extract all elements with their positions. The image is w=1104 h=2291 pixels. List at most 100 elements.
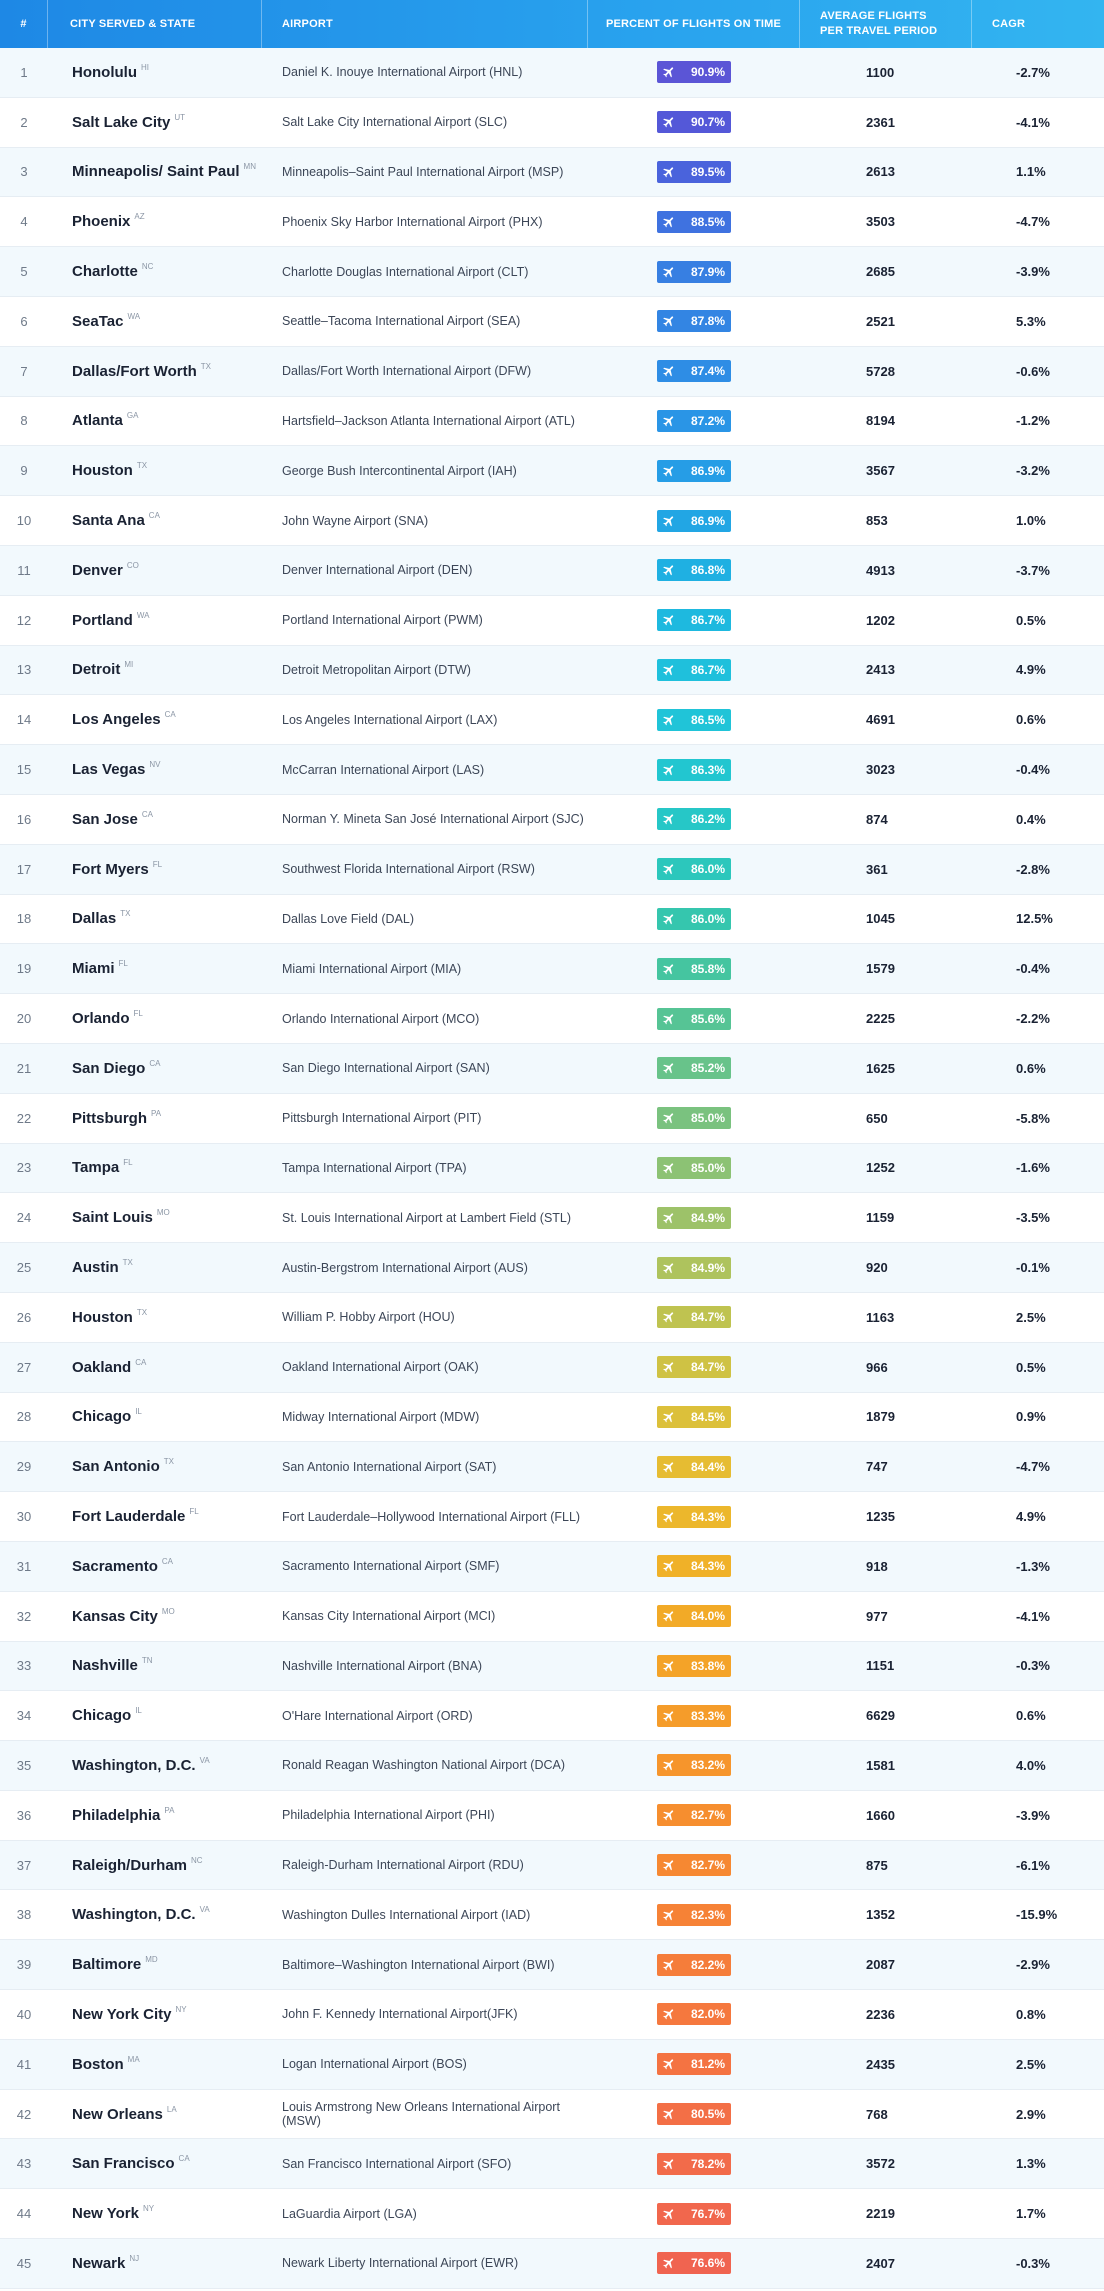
airplane-icon	[662, 812, 676, 826]
table-row: 14 Los Angeles CA Los Angeles International…	[0, 695, 1104, 746]
on-time-badge: 87.9%	[657, 260, 731, 283]
city-cell: Chicago IL	[48, 1706, 262, 1724]
airplane-icon	[662, 1410, 676, 1424]
state-code: FL	[152, 859, 163, 869]
city-cell: Phoenix AZ	[48, 212, 262, 230]
airport-name: Austin-Bergstrom International Airport (…	[282, 1260, 528, 1275]
airplane-icon	[662, 1111, 676, 1125]
airport-name: Nashville International Airport (BNA)	[282, 1658, 483, 1673]
state-code: MO	[161, 1606, 175, 1616]
percent-cell: 84.3%	[588, 1555, 800, 1578]
state-code: WA	[136, 610, 150, 620]
on-time-badge: 84.9%	[657, 1256, 731, 1279]
cagr-value: 12.5%	[1016, 911, 1053, 927]
on-time-percent: 87.4%	[690, 364, 725, 379]
state-code: TN	[141, 1656, 153, 1666]
average-flights: 2407	[866, 2255, 895, 2271]
table-row: 28 Chicago IL Midway International Airport …	[0, 1392, 1104, 1443]
row-number: 43	[16, 2156, 32, 2172]
city-name: Honolulu	[72, 63, 137, 81]
airplane-icon	[662, 2107, 676, 2121]
airport-name: Dallas Love Field (DAL)	[282, 911, 414, 926]
city-name: Miami	[72, 960, 115, 978]
table-row: 26 Houston TX William P. Hobby Airport (HOU…	[0, 1292, 1104, 1343]
percent-cell: 85.2%	[588, 1057, 800, 1080]
on-time-badge: 86.0%	[657, 858, 731, 881]
table-row: 4 Phoenix AZ Phoenix Sky Harbor Internation…	[0, 197, 1104, 248]
state-code: TX	[120, 909, 131, 919]
on-time-percent: 86.9%	[690, 463, 725, 478]
on-time-percent: 86.8%	[690, 563, 725, 578]
cagr-value: 0.8%	[1016, 2006, 1046, 2022]
average-flights: 875	[866, 1857, 888, 1873]
airplane-icon	[662, 514, 676, 528]
airplane-icon	[662, 65, 676, 79]
state-code: VA	[199, 1755, 210, 1765]
percent-cell: 84.4%	[588, 1455, 800, 1478]
on-time-percent: 88.5%	[690, 214, 725, 229]
percent-cell: 86.9%	[588, 509, 800, 532]
cagr-value: -0.1%	[1016, 1260, 1050, 1276]
cagr-value: 4.0%	[1016, 1757, 1046, 1773]
percent-cell: 85.6%	[588, 1007, 800, 1030]
row-number: 16	[16, 811, 32, 827]
airport-name: LaGuardia Airport (LGA)	[282, 2206, 417, 2221]
city-cell: San Antonio TX	[48, 1457, 262, 1475]
city-name: New York City	[72, 2005, 172, 2023]
airport-name: Tampa International Airport (TPA)	[282, 1160, 467, 1175]
state-code: NV	[149, 760, 161, 770]
city-cell: Denver CO	[48, 561, 262, 579]
average-flights: 3023	[866, 762, 895, 778]
airport-name: Miami International Airport (MIA)	[282, 961, 462, 976]
percent-cell: 84.3%	[588, 1505, 800, 1528]
on-time-badge: 84.4%	[657, 1455, 731, 1478]
on-time-badge: 83.3%	[657, 1704, 731, 1727]
state-code: TX	[200, 361, 211, 371]
table-row: 17 Fort Myers FL Southwest Florida Internat…	[0, 844, 1104, 895]
percent-cell: 78.2%	[588, 2152, 800, 2175]
on-time-badge: 86.2%	[657, 808, 731, 831]
percent-cell: 82.3%	[588, 1903, 800, 1926]
cagr-value: -4.7%	[1016, 1459, 1050, 1475]
cagr-value: -4.1%	[1016, 114, 1050, 130]
state-code: FL	[189, 1507, 199, 1516]
row-number: 9	[20, 463, 28, 479]
average-flights: 2219	[866, 2206, 895, 2222]
cagr-value: -1.6%	[1016, 1160, 1050, 1176]
percent-cell: 86.3%	[588, 758, 800, 781]
on-time-badge: 76.6%	[657, 2252, 731, 2275]
table-row: 44 New York NY LaGuardia Airport (LGA) 76.7%…	[0, 2189, 1104, 2240]
on-time-percent: 86.5%	[690, 712, 725, 727]
state-code: NY	[175, 2004, 187, 2014]
average-flights: 918	[866, 1558, 888, 1574]
on-time-badge: 88.5%	[657, 210, 731, 233]
state-code: TX	[136, 461, 148, 471]
cagr-value: -3.9%	[1016, 264, 1050, 280]
airplane-icon	[662, 265, 676, 279]
table-row: 39 Baltimore MD Baltimore–Washington Intern…	[0, 1940, 1104, 1991]
airport-name: St. Louis International Airport at Lambe…	[282, 1210, 572, 1225]
city-cell: Detroit MI	[48, 660, 262, 678]
table-row: 16 San Jose CA Norman Y. Mineta San José In…	[0, 794, 1104, 845]
city-cell: Houston TX	[48, 461, 262, 479]
airplane-icon	[662, 1609, 676, 1623]
on-time-badge: 86.7%	[657, 658, 731, 681]
cagr-value: -4.1%	[1016, 1608, 1050, 1624]
state-code: GA	[126, 411, 139, 421]
airport-name: Newark Liberty International Airport (EW…	[282, 2256, 519, 2271]
city-name: SeaTac	[72, 312, 124, 330]
on-time-percent: 85.0%	[690, 1111, 725, 1126]
average-flights: 8194	[866, 413, 895, 429]
on-time-badge: 90.7%	[657, 111, 731, 134]
on-time-badge: 86.3%	[657, 758, 731, 781]
city-name: Philadelphia	[72, 1806, 161, 1824]
row-number: 10	[16, 513, 32, 529]
state-code: TX	[122, 1258, 133, 1268]
average-flights: 2521	[866, 313, 895, 329]
average-flights: 853	[866, 513, 888, 529]
percent-cell: 86.7%	[588, 658, 800, 681]
state-code: MN	[243, 162, 256, 172]
airplane-icon	[662, 713, 676, 727]
on-time-percent: 76.7%	[690, 2206, 725, 2221]
city-name: Atlanta	[72, 412, 123, 430]
